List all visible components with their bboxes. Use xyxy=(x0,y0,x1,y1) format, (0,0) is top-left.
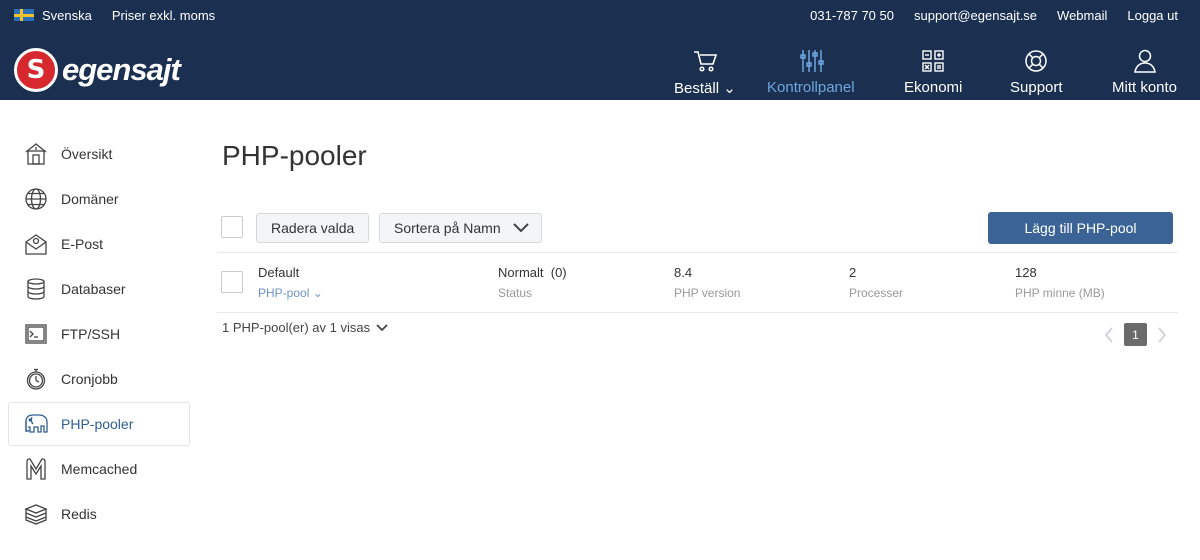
pagination: 1 xyxy=(1104,323,1167,346)
processes-value: 2 xyxy=(849,265,857,280)
brand-logo[interactable]: egensajt xyxy=(14,48,181,92)
cart-icon xyxy=(692,48,718,74)
pool-name[interactable]: Default xyxy=(258,265,323,280)
redis-icon xyxy=(23,501,49,527)
sidebar-item-overview[interactable]: Översikt xyxy=(8,132,190,176)
result-count[interactable]: 1 PHP-pool(er) av 1 visas xyxy=(222,320,388,335)
calculator-icon xyxy=(921,48,945,74)
sort-dropdown[interactable]: Sortera på Namn xyxy=(379,213,542,243)
processes-label: Processer xyxy=(849,286,904,300)
user-icon xyxy=(1132,48,1158,74)
nav-order-label: Beställ xyxy=(674,80,720,97)
nav-control-panel-label: Kontrollpanel xyxy=(767,79,855,96)
prev-page-icon[interactable] xyxy=(1104,326,1114,343)
sidebar-item-redis[interactable]: Redis xyxy=(8,492,190,536)
pool-name-cell: Default PHP-pool ⌄ xyxy=(258,265,323,300)
pool-type-label: PHP-pool xyxy=(258,286,310,300)
elephant-icon xyxy=(23,411,49,437)
sidebar-item-cronjobs[interactable]: Cronjobb xyxy=(8,357,190,401)
top-utility-bar: Svenska Priser exkl. moms 031-787 70 50 … xyxy=(0,0,1200,30)
logo-wordmark: egensajt xyxy=(62,52,181,87)
nav-support[interactable]: Support xyxy=(1010,30,1063,100)
sidebar-item-php-pools[interactable]: PHP-pooler xyxy=(8,402,190,446)
sidebar-item-label: Cronjobb xyxy=(61,371,118,387)
nav-order[interactable]: Beställ ⌄ xyxy=(674,30,736,100)
swedish-flag-icon xyxy=(14,9,34,21)
sidebar-item-label: Domäner xyxy=(61,191,119,207)
status-label: Status xyxy=(498,286,533,300)
sidebar-item-label: Översikt xyxy=(61,146,113,162)
chevron-down-icon xyxy=(376,323,388,332)
sidebar-item-ftp-ssh[interactable]: FTP/SSH xyxy=(8,312,190,356)
sidebar-item-label: PHP-pooler xyxy=(61,416,134,432)
processes-cell: 2 Processer xyxy=(849,265,903,300)
sidebar-item-memcached[interactable]: Memcached xyxy=(8,447,190,491)
sidebar: Översikt Domäner E-Post Databaser FTP/SS… xyxy=(8,132,190,537)
nav-support-label: Support xyxy=(1010,79,1063,96)
sidebar-item-label: Databaser xyxy=(61,281,126,297)
email-link[interactable]: support@egensajt.se xyxy=(914,8,1037,23)
chevron-down-icon: ⌄ xyxy=(723,80,736,97)
sidebar-item-label: E-Post xyxy=(61,236,104,252)
select-all-checkbox[interactable] xyxy=(221,216,243,238)
nav-economy-label: Ekonomi xyxy=(904,79,963,96)
result-count-text: 1 PHP-pool(er) av 1 visas xyxy=(222,320,371,335)
sidebar-item-databases[interactable]: Databaser xyxy=(8,267,190,311)
nav-economy[interactable]: Ekonomi xyxy=(904,30,962,100)
phone-link[interactable]: 031-787 70 50 xyxy=(810,8,894,23)
add-php-pool-button[interactable]: Lägg till PHP-pool xyxy=(988,212,1173,244)
page-number-current[interactable]: 1 xyxy=(1124,323,1147,346)
nav-account[interactable]: Mitt konto xyxy=(1112,30,1177,100)
top-left-group: Svenska Priser exkl. moms xyxy=(14,0,215,30)
nav-account-label: Mitt konto xyxy=(1112,79,1178,96)
next-page-icon[interactable] xyxy=(1157,326,1167,343)
chevron-down-icon: ⌄ xyxy=(312,286,323,300)
pool-type-dropdown[interactable]: PHP-pool ⌄ xyxy=(258,286,323,300)
delete-selected-button[interactable]: Radera valda xyxy=(256,213,370,243)
stopwatch-icon xyxy=(23,366,49,392)
language-selector[interactable]: Svenska xyxy=(42,8,92,23)
lifebuoy-icon xyxy=(1023,48,1049,74)
sliders-icon xyxy=(798,48,824,74)
php-version-cell: 8.4 PHP version xyxy=(674,265,740,300)
memory-value: 128 xyxy=(1015,265,1037,280)
row-checkbox[interactable] xyxy=(221,271,243,293)
sidebar-item-label: FTP/SSH xyxy=(61,326,121,342)
sidebar-item-label: Memcached xyxy=(61,461,138,477)
memcached-icon xyxy=(23,456,49,482)
logo-mark-icon xyxy=(14,48,58,92)
memory-cell: 128 PHP minne (MB) xyxy=(1015,265,1105,300)
price-mode-toggle[interactable]: Priser exkl. moms xyxy=(112,8,215,23)
database-icon xyxy=(23,276,49,302)
status-count: (0) xyxy=(550,265,567,280)
sidebar-item-domains[interactable]: Domäner xyxy=(8,177,190,221)
nav-control-panel[interactable]: Kontrollpanel xyxy=(767,30,855,100)
divider xyxy=(217,252,1178,253)
main-header: egensajt Beställ ⌄ Kontrollpanel Ekonomi… xyxy=(0,30,1200,100)
terminal-icon xyxy=(23,321,49,347)
page-title: PHP-pooler xyxy=(222,140,367,171)
webmail-link[interactable]: Webmail xyxy=(1057,8,1107,23)
memory-label: PHP minne (MB) xyxy=(1015,286,1105,300)
sort-dropdown-label: Sortera på Namn xyxy=(394,220,501,236)
logout-link[interactable]: Logga ut xyxy=(1127,8,1178,23)
sidebar-item-label: Redis xyxy=(61,506,97,522)
globe-icon xyxy=(23,186,49,212)
divider xyxy=(217,312,1178,313)
php-version-value: 8.4 xyxy=(674,265,693,280)
house-icon xyxy=(23,141,49,167)
status-cell: Normalt (0) Status xyxy=(498,265,567,300)
top-right-group: 031-787 70 50 support@egensajt.se Webmai… xyxy=(790,0,1178,30)
php-version-label: PHP version xyxy=(674,286,741,300)
status-value: Normalt xyxy=(498,265,544,280)
chevron-down-icon xyxy=(512,223,529,233)
sidebar-item-email[interactable]: E-Post xyxy=(8,222,190,266)
mail-icon xyxy=(23,231,49,257)
